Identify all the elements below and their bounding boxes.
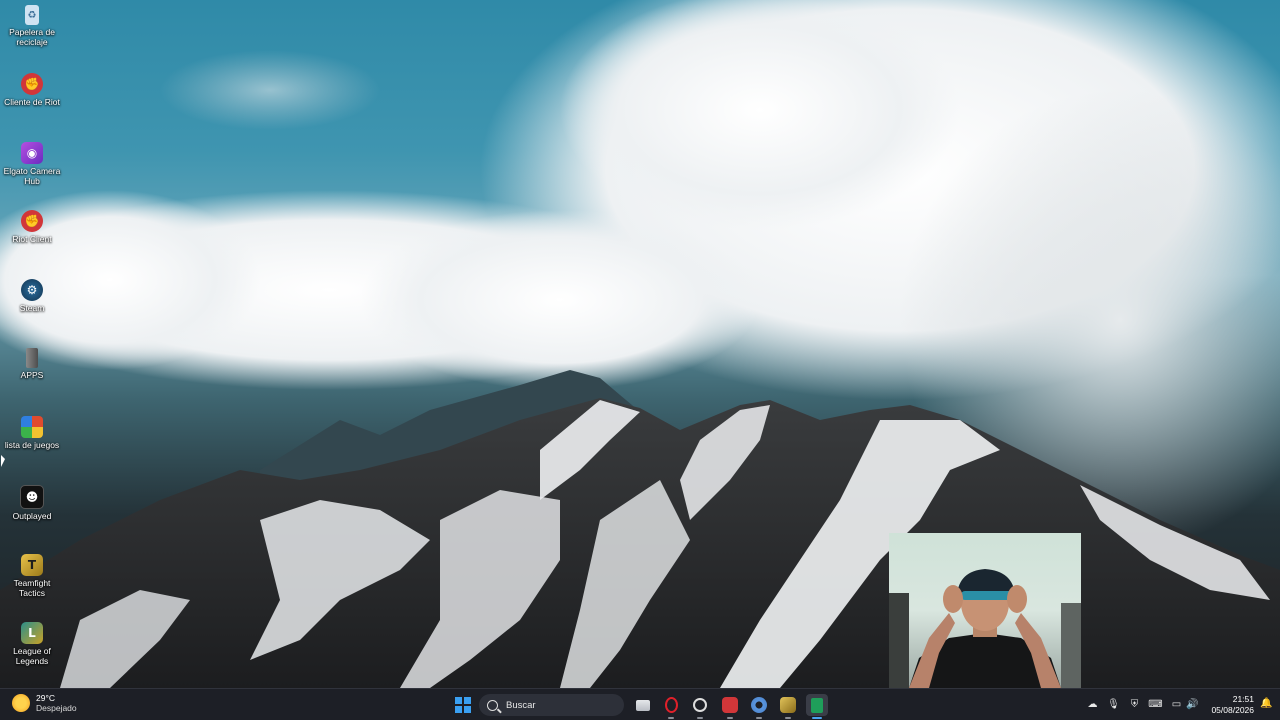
apps-folder-icon: [26, 348, 38, 368]
opera-gx-icon: [664, 697, 678, 713]
settings-gear-icon: [751, 697, 767, 713]
taskbar-app-league-of-legends[interactable]: [777, 694, 799, 719]
desktop-icon-riot-client[interactable]: ✊ Cliente de Riot: [2, 73, 62, 107]
taskbar-app-task-view[interactable]: [632, 694, 654, 716]
running-indicator: [727, 717, 733, 719]
desktop-icon-label: Cliente de Riot: [4, 97, 60, 107]
weather-temperature: 29°C: [36, 693, 55, 703]
running-indicator: [756, 717, 762, 719]
desktop-wallpaper: [0, 0, 1280, 688]
onedrive-icon[interactable]: ☁: [1086, 698, 1099, 711]
desktop-icon-label: League of Legends: [13, 646, 51, 666]
lista-de-juegos-icon: [21, 416, 43, 438]
keyboard-icon[interactable]: ⌨: [1148, 698, 1162, 711]
taskbar-app-obs-studio[interactable]: [689, 694, 711, 719]
steam-icon: ⚙: [21, 279, 43, 301]
desktop-icon-recycle-bin[interactable]: ♻ Papelera de reciclaje: [2, 5, 62, 47]
desktop-icon-label: Elgato Camera Hub: [3, 166, 61, 186]
mouse-cursor: [1, 455, 5, 467]
active-indicator: [812, 717, 822, 719]
recycle-bin-icon: ♻: [25, 5, 39, 25]
notification-bell-icon[interactable]: 🔔: [1260, 698, 1272, 710]
start-button[interactable]: [455, 697, 471, 713]
obs-studio-icon: [693, 698, 707, 712]
search-icon: [487, 699, 498, 711]
taskbar-app-spreadsheet[interactable]: [806, 694, 828, 719]
desktop-icon-label: Steam: [19, 303, 45, 313]
desktop-icon-label: Papelera de reciclaje: [9, 27, 55, 47]
desktop-icon-teamfight-tactics[interactable]: T Teamfight Tactics: [2, 554, 62, 598]
windows-logo-icon: [455, 697, 462, 704]
league-of-legends-icon: L: [21, 622, 43, 644]
desktop-icon-label: APPS: [20, 370, 44, 380]
desktop-icon-label: Teamfight Tactics: [13, 578, 51, 598]
clock-date: 05/08/2026: [1211, 705, 1254, 715]
microphone-icon[interactable]: 🎙: [1107, 698, 1120, 711]
spreadsheet-icon: [811, 697, 823, 713]
weather-widget[interactable]: 29°C Despejado: [12, 693, 77, 713]
mountain-scene: [0, 0, 1280, 688]
search-placeholder: Buscar: [506, 699, 536, 711]
riot-client-icon: ✊: [21, 73, 43, 95]
taskbar: 29°C Despejado Buscar ☁ 🎙 ⛨ ⌨ ▭ 🔊 21:51 …: [0, 688, 1280, 720]
running-indicator: [697, 717, 703, 719]
desktop-icon-league-of-legends[interactable]: L League of Legends: [2, 622, 62, 666]
teamfight-tactics-icon: T: [21, 554, 43, 576]
desktop-icon-apps[interactable]: APPS: [2, 348, 62, 380]
outplayed-icon: ☻: [20, 485, 44, 509]
riot-client-icon: [722, 697, 738, 713]
system-clock[interactable]: 21:51 05/08/2026: [1211, 694, 1254, 716]
weather-condition: Despejado: [36, 703, 77, 713]
running-indicator: [785, 717, 791, 719]
desktop-icon-steam[interactable]: ⚙ Steam: [2, 279, 62, 313]
league-of-legends-icon: [780, 697, 796, 713]
riot-client-icon: ✊: [21, 210, 43, 232]
desktop-icon-outplayed[interactable]: ☻ Outplayed: [2, 485, 62, 521]
desktop-icon-elgato-camera-hub[interactable]: ◉ Elgato Camera Hub: [2, 142, 62, 186]
webcam-overlay: [889, 533, 1081, 688]
desktop-icon-riot-client-2[interactable]: ✊ Riot Client: [2, 210, 62, 244]
desktop-icon-label: lista de juegos: [4, 440, 60, 450]
taskbar-search[interactable]: Buscar: [479, 694, 624, 716]
network-icon[interactable]: ▭: [1170, 698, 1183, 711]
taskbar-app-riot-client[interactable]: [719, 694, 741, 719]
defender-icon[interactable]: ⛨: [1128, 698, 1141, 711]
sun-icon: [12, 694, 30, 712]
volume-icon[interactable]: 🔊: [1186, 698, 1199, 711]
taskbar-app-settings[interactable]: [748, 694, 770, 719]
taskbar-app-opera-gx[interactable]: [660, 694, 682, 719]
running-indicator: [668, 717, 674, 719]
desktop-icon-label: Outplayed: [12, 511, 52, 521]
elgato-camera-hub-icon: ◉: [21, 142, 43, 164]
clock-time: 21:51: [1232, 694, 1254, 704]
desktop-icon-lista-de-juegos[interactable]: lista de juegos: [2, 416, 62, 450]
desktop-icon-label: Riot Client: [12, 234, 52, 244]
task-view-icon: [636, 699, 650, 711]
webcam-person-image: [889, 569, 1081, 688]
